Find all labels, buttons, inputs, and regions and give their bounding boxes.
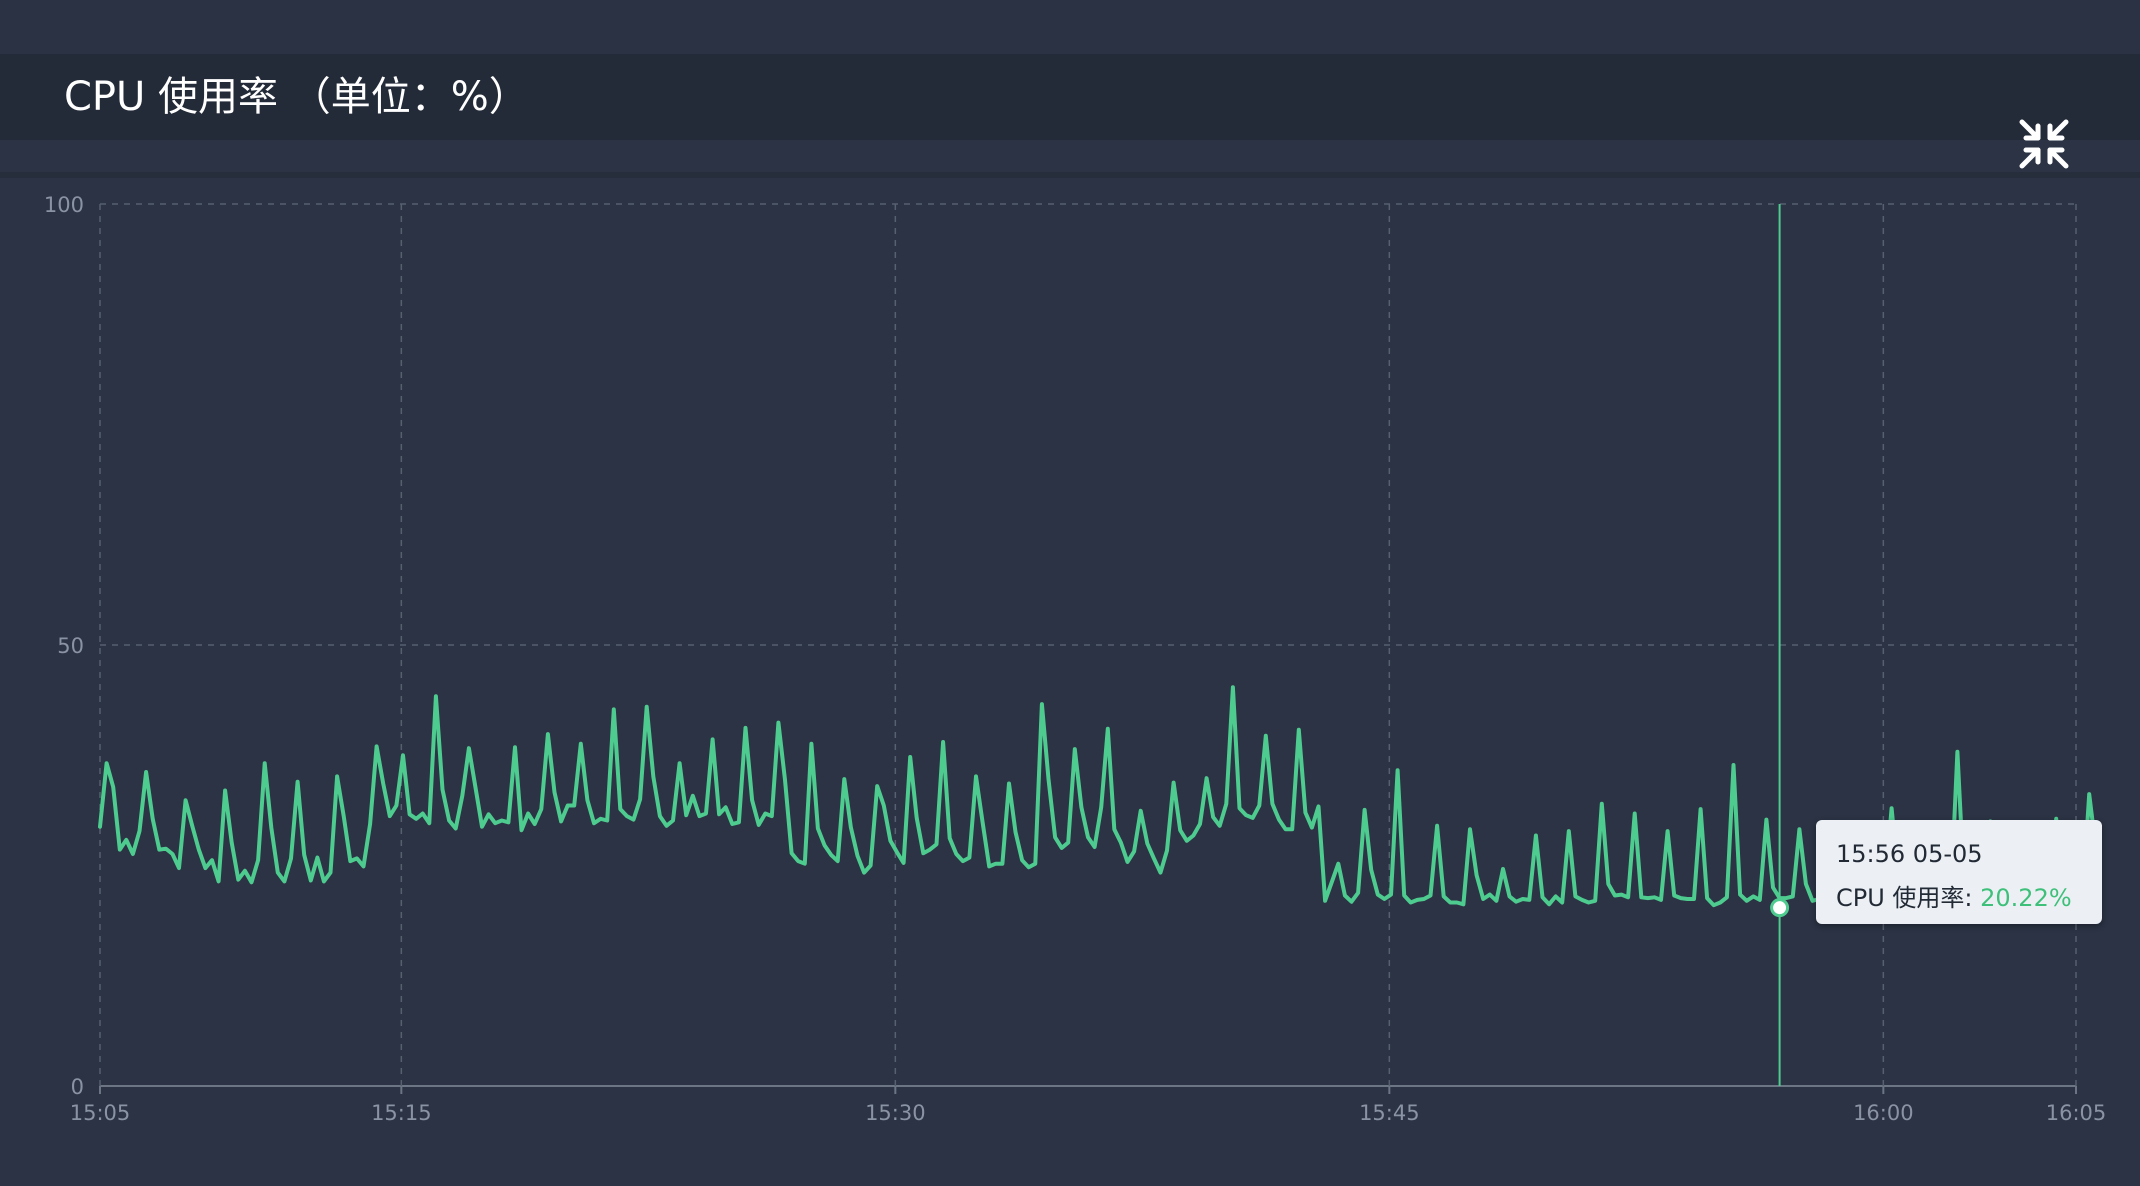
cpu-usage-chart[interactable]: 0 50 100 15:05 15:15 15:30 15:45 16:00 16:05 bbox=[0, 0, 2140, 1186]
x-tick-label: 16:05 bbox=[2046, 1101, 2107, 1125]
highlight-point bbox=[1770, 898, 1790, 918]
tooltip-time: 15:56 05-05 bbox=[1836, 840, 1983, 868]
tooltip-metric: CPU 使用率: 20.22% bbox=[1836, 878, 2072, 913]
tooltip-label: CPU 使用率: bbox=[1836, 884, 1981, 912]
x-tick-label: 15:05 bbox=[70, 1101, 131, 1125]
x-tick-label: 15:45 bbox=[1359, 1101, 1420, 1125]
cpu-usage-series-line bbox=[98, 685, 2098, 910]
x-tick-label: 15:30 bbox=[865, 1101, 926, 1125]
y-tick-label: 50 bbox=[57, 634, 84, 658]
x-tick-label: 16:00 bbox=[1853, 1101, 1914, 1125]
chart-svg[interactable]: 0 50 100 15:05 15:15 15:30 15:45 16:00 16:05 bbox=[0, 0, 2140, 1186]
cpu-usage-expanded-panel: CPU 使用率 （单位：%） 0 50 100 15:05 15:15 15:30 15:4… bbox=[0, 0, 2140, 1186]
chart-tooltip: 15:56 05-05 CPU 使用率: 20.22% bbox=[1816, 820, 2102, 924]
y-tick-label: 100 bbox=[44, 193, 84, 217]
y-tick-label: 0 bbox=[71, 1075, 84, 1099]
tooltip-value: 20.22% bbox=[1980, 884, 2072, 912]
x-tick-label: 15:15 bbox=[371, 1101, 432, 1125]
